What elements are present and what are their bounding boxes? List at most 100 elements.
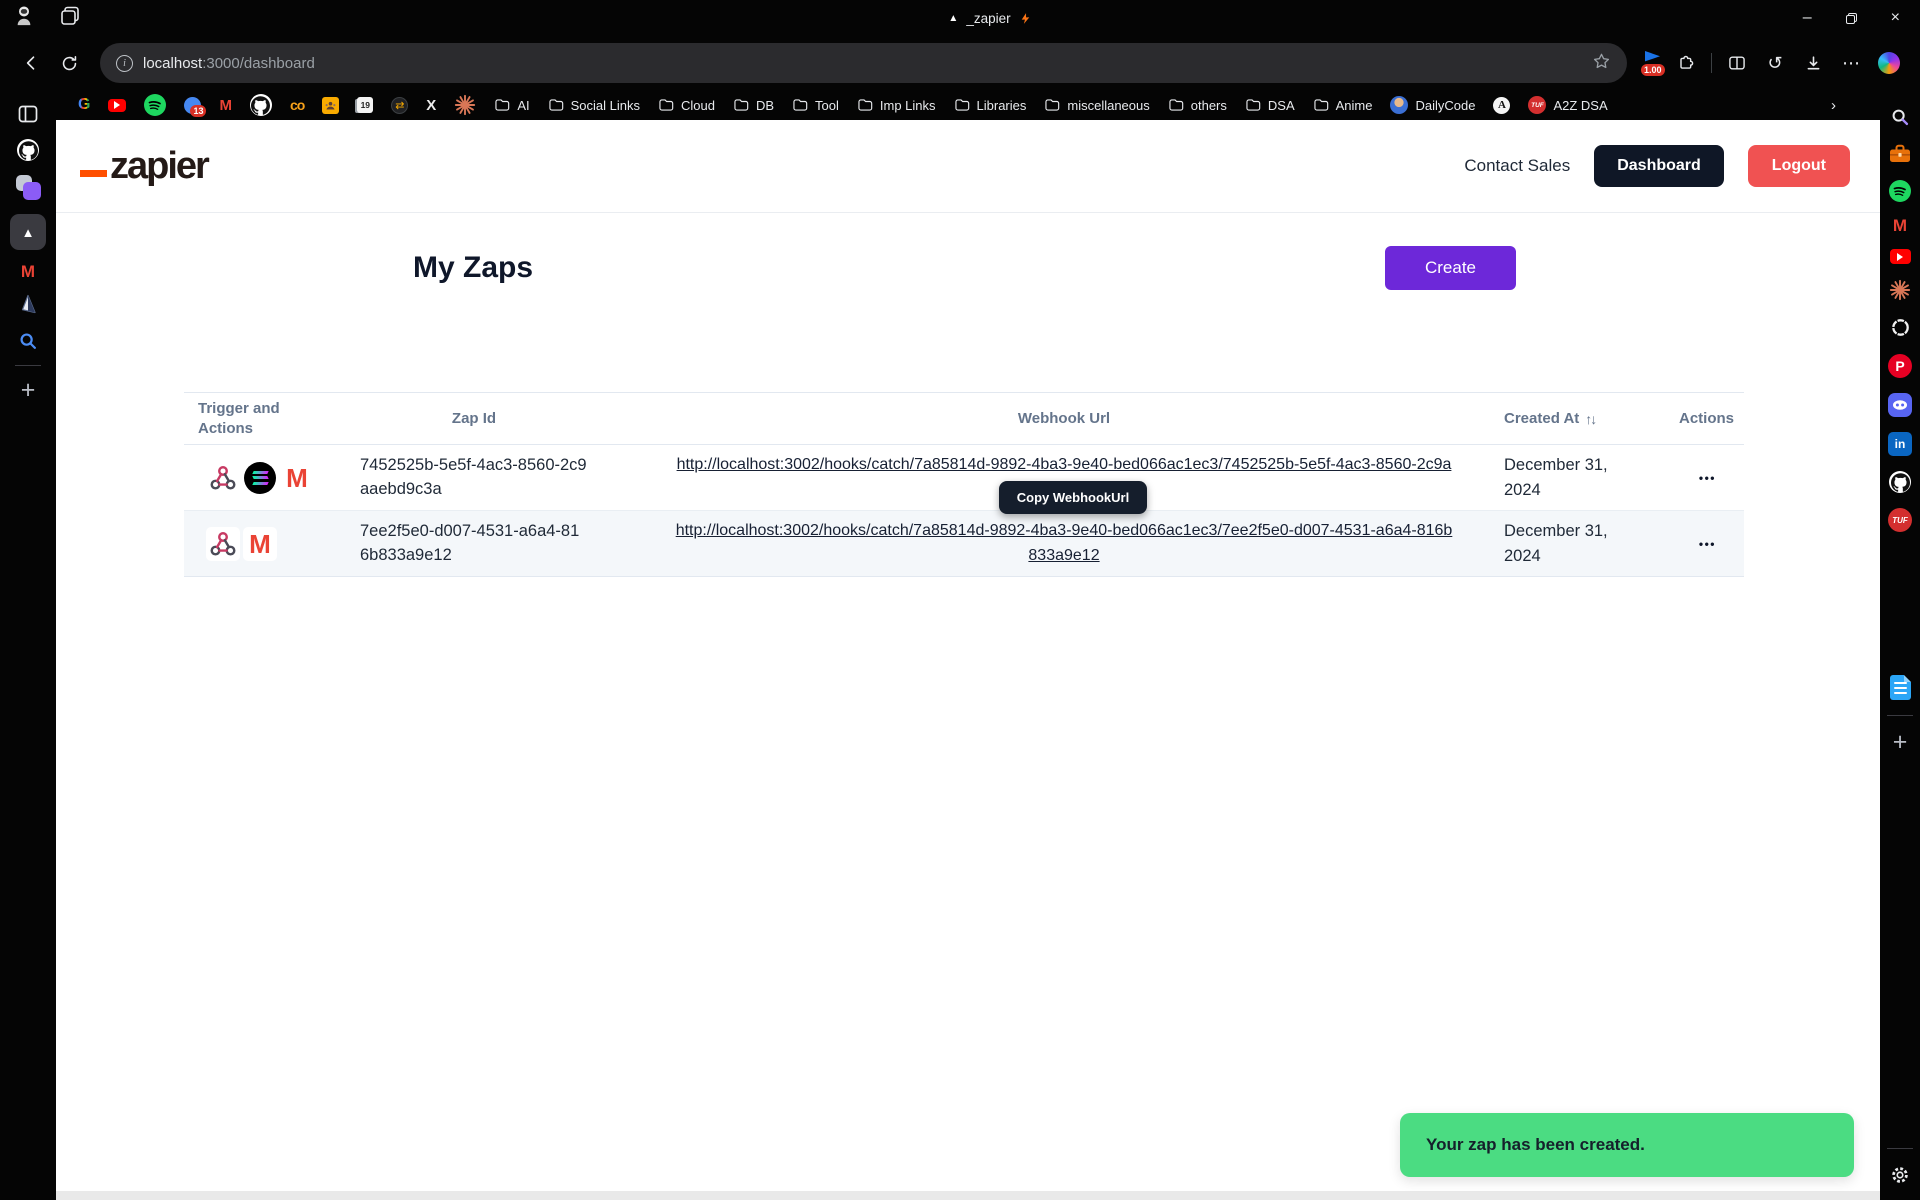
bookmark-item[interactable] — [314, 95, 347, 116]
row-actions-button[interactable]: ••• — [1699, 537, 1716, 551]
bookmark-item[interactable]: Social Links — [540, 96, 648, 115]
column-header-created-at[interactable]: Created At ↑↓ — [1454, 410, 1634, 427]
bookmark-item[interactable]: ⇄ — [383, 95, 416, 116]
bookmark-item[interactable]: DB — [725, 96, 782, 115]
chatgpt-icon — [1889, 316, 1912, 339]
sidebar-item-discord[interactable] — [1888, 393, 1912, 417]
bookmark-item[interactable]: X — [418, 95, 444, 116]
bookmark-item[interactable] — [446, 92, 484, 118]
extensions-puzzle-icon[interactable] — [1669, 46, 1703, 80]
bookmark-item[interactable]: Imp Links — [849, 96, 944, 115]
bookmark-item[interactable]: G — [70, 94, 98, 116]
bookmark-item[interactable]: Libraries — [946, 96, 1035, 115]
row-actions-button[interactable]: ••• — [1699, 471, 1716, 485]
sidebar-item-gmail[interactable]: M — [21, 263, 35, 280]
new-tab-plus-icon: + — [1893, 731, 1908, 753]
bookmark-item[interactable]: 19 — [349, 95, 381, 115]
restore-button[interactable] — [1846, 13, 1857, 24]
sidebar-item-gmail[interactable]: M — [1893, 217, 1907, 234]
classroom-icon — [322, 97, 339, 114]
bookmark-item[interactable]: miscellaneous — [1036, 96, 1157, 115]
refresh-button[interactable] — [52, 46, 86, 80]
site-info-icon[interactable]: i — [116, 55, 133, 72]
gmail-icon: M — [219, 98, 232, 113]
sidebar-item-github[interactable] — [1889, 471, 1911, 493]
bookmark-item[interactable]: AI — [486, 96, 537, 115]
sidebar-item-blue-search[interactable] — [17, 330, 39, 352]
sidebar-item-document[interactable] — [1890, 675, 1911, 700]
folder-icon — [658, 98, 674, 112]
bookmark-item[interactable] — [100, 97, 134, 114]
tab-groups-layers-icon[interactable] — [58, 4, 82, 33]
dashboard-button[interactable]: Dashboard — [1594, 145, 1724, 187]
more-menu-icon[interactable]: ⋯ — [1834, 46, 1868, 80]
bookmark-item[interactable]: 13 — [176, 95, 209, 116]
bookmark-item[interactable] — [242, 92, 280, 118]
sidebar-item-github[interactable] — [17, 139, 39, 161]
currency-extension-icon[interactable]: 1.00 — [1641, 50, 1665, 76]
bookmark-label: DB — [756, 98, 774, 113]
bookmark-item[interactable]: Anime — [1305, 96, 1381, 115]
profile-astronaut-icon[interactable] — [14, 4, 34, 33]
bookmark-item[interactable]: DSA — [1237, 96, 1303, 115]
document-icon — [1890, 675, 1911, 700]
sidebar-item-tuf[interactable]: TUF — [1888, 508, 1912, 532]
sidebar-item-purple-app[interactable] — [15, 174, 42, 201]
bookmark-item[interactable]: DailyCode — [1382, 94, 1483, 116]
browser-tab[interactable]: ▲ _zapier — [280, 11, 1700, 26]
webhook-url-link[interactable]: http://localhost:3002/hooks/catch/7a8581… — [674, 519, 1454, 569]
bookmark-item[interactable]: co — [282, 95, 312, 115]
sidebar-item-spotify[interactable] — [1889, 180, 1911, 202]
sidebar-item-linkedin[interactable]: in — [1888, 432, 1912, 456]
new-tab-plus-icon: + — [21, 379, 36, 401]
create-zap-button[interactable]: Create — [1385, 246, 1516, 290]
sidebar-item-vertical-tabs[interactable] — [16, 102, 40, 126]
sidebar-item-claude[interactable] — [1889, 279, 1911, 301]
history-icon[interactable]: ↺ — [1758, 46, 1792, 80]
sidebar-item-new-tab-plus[interactable]: + — [21, 379, 36, 401]
site-header: zapier Contact Sales Dashboard Logout — [56, 120, 1880, 213]
x-icon: X — [426, 97, 436, 114]
copilot-icon[interactable] — [1872, 46, 1906, 80]
sidebar-item-settings-gear[interactable] — [1889, 1164, 1911, 1186]
webhook-icon — [208, 463, 238, 493]
spotify-icon — [1889, 180, 1911, 202]
dailycode-icon — [1390, 96, 1408, 114]
folder-icon — [1245, 98, 1261, 112]
minimize-button[interactable]: – — [1803, 10, 1812, 26]
zapier-logo[interactable]: zapier — [80, 149, 208, 183]
sidebar-item-zapier-active-tab[interactable]: ▲ — [10, 214, 46, 250]
logout-button[interactable]: Logout — [1748, 145, 1850, 187]
zapier-logo-text: zapier — [110, 149, 208, 183]
back-button[interactable] — [14, 46, 48, 80]
bookmark-item[interactable]: A — [1485, 95, 1518, 116]
sort-arrows-icon[interactable]: ↑↓ — [1585, 411, 1595, 427]
bookmark-item[interactable]: others — [1160, 96, 1235, 115]
purple-app-icon — [15, 174, 42, 201]
sidebar-item-chatgpt[interactable] — [1889, 316, 1912, 339]
zap-row[interactable]: M 7ee2f5e0-d007-4531-a6a4-816b833a9e12 h… — [184, 511, 1744, 577]
contact-sales-link[interactable]: Contact Sales — [1464, 156, 1570, 176]
sidebar-item-new-tab-plus[interactable]: + — [1893, 731, 1908, 753]
sidebar-item-youtube[interactable] — [1890, 249, 1911, 264]
bookmarks-overflow-chevron-icon[interactable]: › — [1831, 97, 1836, 114]
a-badge-icon: A — [1493, 97, 1510, 114]
close-button[interactable]: × — [1891, 10, 1900, 26]
address-bar[interactable]: i localhost:3000/dashboard — [100, 43, 1627, 83]
youtube-icon — [108, 99, 126, 112]
zap-row[interactable]: M 7452525b-5e5f-4ac3-8560-2c9aaebd9c3a h… — [184, 445, 1744, 511]
downloads-icon[interactable] — [1796, 46, 1830, 80]
bookmark-item[interactable]: Tool — [784, 96, 847, 115]
sidebar-item-search[interactable] — [1889, 106, 1911, 128]
bookmark-item[interactable]: M — [211, 96, 240, 115]
sidebar-item-pinterest[interactable]: P — [1888, 354, 1912, 378]
split-screen-icon[interactable] — [1720, 46, 1754, 80]
sidebar-item-toolbox[interactable] — [1888, 143, 1912, 165]
bookmark-item[interactable]: Cloud — [650, 96, 723, 115]
github-icon — [250, 94, 272, 116]
bookmark-star-icon[interactable] — [1592, 52, 1611, 75]
bookmark-item[interactable]: TUFA2Z DSA — [1520, 94, 1615, 116]
tuf-icon: TUF — [1528, 96, 1546, 114]
sidebar-item-prisma[interactable] — [16, 293, 40, 317]
bookmark-item[interactable] — [136, 92, 174, 118]
